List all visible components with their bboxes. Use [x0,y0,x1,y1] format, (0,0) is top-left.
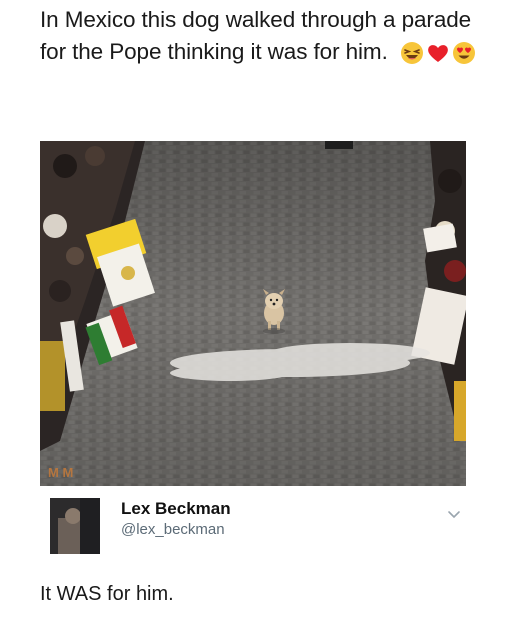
laughing-emoji-icon [400,42,423,65]
user-handle[interactable]: @lex_beckman [121,521,225,538]
avatar[interactable] [50,498,100,554]
parade-scene: M M [40,141,466,486]
photo-watermark: M M [48,465,73,480]
tweet-text: It WAS for him. [40,583,174,605]
caption-emojis [400,41,476,65]
chevron-down-icon[interactable] [446,506,462,522]
heart-eyes-emoji-icon [452,42,475,65]
meme-caption: In Mexico this dog walked through a para… [40,4,480,68]
heart-icon [428,45,448,63]
tweet-card: Lex Beckman @lex_beckman It WAS for him. [40,486,466,620]
display-name[interactable]: Lex Beckman [121,499,231,519]
parade-photo: M M [40,141,466,486]
avatar-image [50,498,100,554]
